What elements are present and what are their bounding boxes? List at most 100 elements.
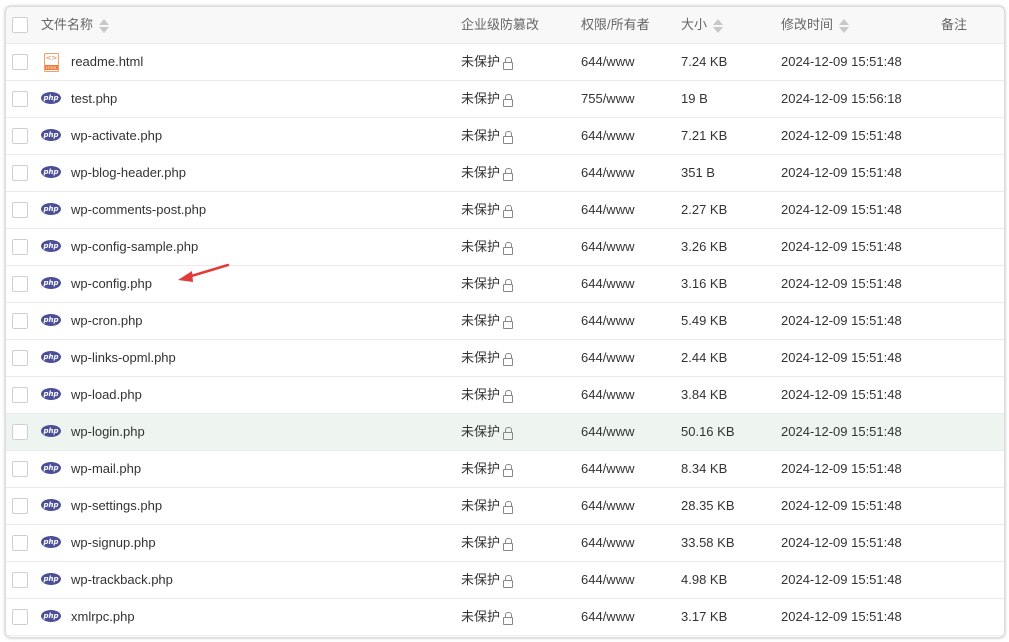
file-name-cell[interactable]: php wp-load.php xyxy=(41,377,441,413)
file-perm[interactable]: 644/www xyxy=(581,340,671,376)
protect-status[interactable]: 未保护 xyxy=(461,451,571,487)
protect-status[interactable]: 未保护 xyxy=(461,525,571,561)
row-checkbox-cell[interactable] xyxy=(12,488,28,524)
unlock-icon[interactable] xyxy=(502,57,514,71)
row-checkbox[interactable] xyxy=(12,498,28,514)
file-note[interactable] xyxy=(941,377,1001,413)
table-row[interactable]: php wp-links-opml.php 未保护 644/www 2.44 KB 202… xyxy=(6,340,1004,377)
table-row[interactable]: php xmlrpc.php 未保护 644/www 3.17 KB 2024-12-09… xyxy=(6,599,1004,636)
file-perm[interactable]: 644/www xyxy=(581,599,671,635)
unlock-icon[interactable] xyxy=(502,353,514,367)
row-checkbox[interactable] xyxy=(12,202,28,218)
file-note[interactable] xyxy=(941,451,1001,487)
file-note[interactable] xyxy=(941,229,1001,265)
file-name-cell[interactable]: php xmlrpc.php xyxy=(41,599,441,635)
row-checkbox[interactable] xyxy=(12,461,28,477)
file-perm[interactable]: 644/www xyxy=(581,377,671,413)
unlock-icon[interactable] xyxy=(502,390,514,404)
table-row[interactable]: php test.php 未保护 755/www 19 B 2024-12-09 15:5… xyxy=(6,81,1004,118)
protect-status[interactable]: 未保护 xyxy=(461,303,571,339)
file-perm[interactable]: 644/www xyxy=(581,451,671,487)
table-row[interactable]: php wp-blog-header.php 未保护 644/www 351 B 2024… xyxy=(6,155,1004,192)
file-note[interactable] xyxy=(941,118,1001,154)
unlock-icon[interactable] xyxy=(502,427,514,441)
row-checkbox-cell[interactable] xyxy=(12,44,28,80)
unlock-icon[interactable] xyxy=(502,94,514,108)
unlock-icon[interactable] xyxy=(502,575,514,589)
unlock-icon[interactable] xyxy=(502,316,514,330)
unlock-icon[interactable] xyxy=(502,242,514,256)
file-note[interactable] xyxy=(941,44,1001,80)
row-checkbox[interactable] xyxy=(12,313,28,329)
file-perm[interactable]: 644/www xyxy=(581,562,671,598)
file-perm[interactable]: 644/www xyxy=(581,44,671,80)
header-size[interactable]: 大小 xyxy=(681,7,771,43)
file-name[interactable]: wp-signup.php xyxy=(71,525,156,561)
select-all-cell[interactable] xyxy=(12,7,28,43)
row-checkbox-cell[interactable] xyxy=(12,377,28,413)
file-name-cell[interactable]: php wp-cron.php xyxy=(41,303,441,339)
row-checkbox[interactable] xyxy=(12,387,28,403)
unlock-icon[interactable] xyxy=(502,279,514,293)
file-note[interactable] xyxy=(941,488,1001,524)
file-perm[interactable]: 644/www xyxy=(581,229,671,265)
table-row[interactable]: php wp-cron.php 未保护 644/www 5.49 KB 2024-12-0… xyxy=(6,303,1004,340)
sort-size-icon[interactable] xyxy=(713,18,724,34)
unlock-icon[interactable] xyxy=(502,538,514,552)
row-checkbox-cell[interactable] xyxy=(12,155,28,191)
file-name-cell[interactable]: php wp-blog-header.php xyxy=(41,155,441,191)
file-perm[interactable]: 644/www xyxy=(581,192,671,228)
row-checkbox[interactable] xyxy=(12,572,28,588)
file-note[interactable] xyxy=(941,525,1001,561)
protect-status[interactable]: 未保护 xyxy=(461,599,571,635)
file-perm[interactable]: 644/www xyxy=(581,118,671,154)
row-checkbox-cell[interactable] xyxy=(12,266,28,302)
row-checkbox-cell[interactable] xyxy=(12,81,28,117)
file-name[interactable]: readme.html xyxy=(71,44,143,80)
protect-status[interactable]: 未保护 xyxy=(461,192,571,228)
file-note[interactable] xyxy=(941,192,1001,228)
file-name-cell[interactable]: php wp-settings.php xyxy=(41,488,441,524)
table-row[interactable]: <> HTML readme.html 未保护 644/www 7.24 KB 2024-1… xyxy=(6,44,1004,81)
file-name[interactable]: wp-activate.php xyxy=(71,118,162,154)
row-checkbox[interactable] xyxy=(12,165,28,181)
file-perm[interactable]: 644/www xyxy=(581,525,671,561)
table-row[interactable]: php wp-trackback.php 未保护 644/www 4.98 KB 2024… xyxy=(6,562,1004,599)
file-name[interactable]: wp-trackback.php xyxy=(71,562,173,598)
header-name[interactable]: 文件名称 xyxy=(41,7,441,43)
file-name-cell[interactable]: php wp-links-opml.php xyxy=(41,340,441,376)
sort-name-icon[interactable] xyxy=(99,18,110,34)
header-time[interactable]: 修改时间 xyxy=(781,7,931,43)
row-checkbox[interactable] xyxy=(12,239,28,255)
row-checkbox-cell[interactable] xyxy=(12,118,28,154)
protect-status[interactable]: 未保护 xyxy=(461,118,571,154)
table-row[interactable]: php wp-signup.php 未保护 644/www 33.58 KB 2024-1… xyxy=(6,525,1004,562)
file-name-cell[interactable]: php wp-login.php xyxy=(41,414,441,450)
table-row[interactable]: php wp-config-sample.php 未保护 644/www 3.26 KB… xyxy=(6,229,1004,266)
table-row[interactable]: php wp-config.php 未保护 644/www 3.16 KB 2024-12… xyxy=(6,266,1004,303)
row-checkbox[interactable] xyxy=(12,128,28,144)
file-name-cell[interactable]: <> HTML readme.html xyxy=(41,44,441,80)
protect-status[interactable]: 未保护 xyxy=(461,266,571,302)
protect-status[interactable]: 未保护 xyxy=(461,155,571,191)
file-name-cell[interactable]: php test.php xyxy=(41,81,441,117)
row-checkbox[interactable] xyxy=(12,350,28,366)
protect-status[interactable]: 未保护 xyxy=(461,562,571,598)
row-checkbox[interactable] xyxy=(12,535,28,551)
file-perm[interactable]: 755/www xyxy=(581,81,671,117)
file-note[interactable] xyxy=(941,562,1001,598)
row-checkbox-cell[interactable] xyxy=(12,229,28,265)
protect-status[interactable]: 未保护 xyxy=(461,488,571,524)
file-name[interactable]: wp-cron.php xyxy=(71,303,143,339)
file-name-cell[interactable]: php wp-trackback.php xyxy=(41,562,441,598)
table-row[interactable]: php wp-load.php 未保护 644/www 3.84 KB 2024-12-0… xyxy=(6,377,1004,414)
protect-status[interactable]: 未保护 xyxy=(461,414,571,450)
protect-status[interactable]: 未保护 xyxy=(461,229,571,265)
row-checkbox[interactable] xyxy=(12,276,28,292)
unlock-icon[interactable] xyxy=(502,131,514,145)
protect-status[interactable]: 未保护 xyxy=(461,44,571,80)
table-row[interactable]: php wp-login.php 未保护 644/www 50.16 KB 2024-12… xyxy=(6,414,1004,451)
table-row[interactable]: php wp-activate.php 未保护 644/www 7.21 KB 2024-… xyxy=(6,118,1004,155)
file-name-cell[interactable]: php wp-activate.php xyxy=(41,118,441,154)
file-note[interactable] xyxy=(941,266,1001,302)
